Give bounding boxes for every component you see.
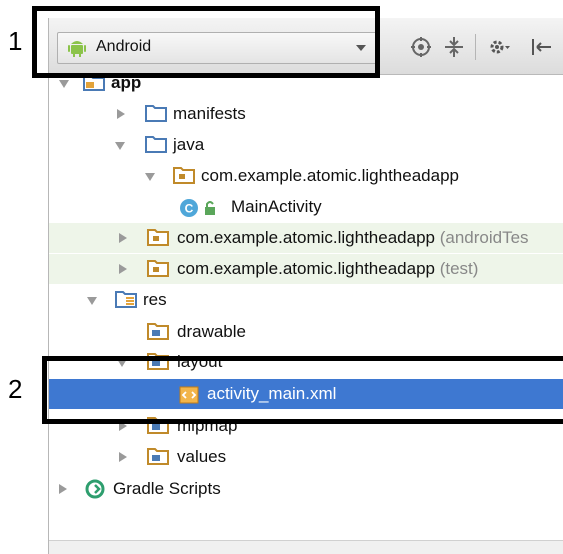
tree-item-label: drawable <box>177 322 246 341</box>
callout-number-1: 1 <box>8 26 23 56</box>
source-set-suffix: (test) <box>439 259 479 278</box>
package-name: com.example.atomic.lightheadapp <box>177 228 435 247</box>
tree-item-java[interactable]: java <box>49 130 563 160</box>
lock-icon <box>205 201 215 215</box>
folder-icon <box>145 105 167 122</box>
expanded-arrow-icon[interactable] <box>115 142 125 150</box>
tree-item-res[interactable]: res <box>49 285 563 315</box>
project-panel: Android app manifests java com.example.a… <box>48 18 563 554</box>
collapsed-arrow-icon[interactable] <box>59 484 67 494</box>
callout-box-1 <box>32 6 380 78</box>
horizontal-scrollbar[interactable] <box>49 540 563 554</box>
tree-item-label: com.example.atomic.lightheadapp <box>201 166 459 185</box>
tree-item-package-main[interactable]: com.example.atomic.lightheadapp <box>49 161 563 191</box>
package-icon <box>147 229 169 246</box>
expanded-arrow-icon[interactable] <box>87 297 97 305</box>
source-set-suffix: (androidTes <box>439 228 529 247</box>
folder-icon <box>145 136 167 153</box>
tree-item-label: res <box>143 290 167 309</box>
collapsed-arrow-icon[interactable] <box>119 233 127 243</box>
tree-item-package-test[interactable]: com.example.atomic.lightheadapp (test) <box>49 254 563 284</box>
resources-folder-icon <box>115 291 137 308</box>
tree-item-drawable[interactable]: drawable <box>49 317 563 347</box>
expanded-arrow-icon[interactable] <box>59 80 69 88</box>
tree-item-label: MainActivity <box>231 197 322 216</box>
tree-item-gradle-scripts[interactable]: Gradle Scripts <box>49 474 563 504</box>
package-name: com.example.atomic.lightheadapp <box>177 259 435 278</box>
tree-item-manifests[interactable]: manifests <box>49 99 563 129</box>
collapsed-arrow-icon[interactable] <box>119 452 127 462</box>
callout-number-2: 2 <box>8 374 23 404</box>
package-icon <box>147 260 169 277</box>
toolbar-separator <box>475 34 476 60</box>
gradle-icon <box>85 479 105 499</box>
expanded-arrow-icon[interactable] <box>145 173 155 181</box>
tree-item-label: com.example.atomic.lightheadapp (test) <box>177 259 478 279</box>
target-icon[interactable] <box>409 35 433 59</box>
tree-item-values[interactable]: values <box>49 442 563 472</box>
tree-item-label: manifests <box>173 104 246 123</box>
tree-item-label: Gradle Scripts <box>113 479 221 498</box>
project-tree: app manifests java com.example.atomic.li… <box>49 73 563 554</box>
collapsed-arrow-icon[interactable] <box>119 264 127 274</box>
svg-text:C: C <box>185 202 194 216</box>
package-icon <box>173 167 195 184</box>
hide-panel-icon[interactable] <box>529 35 553 59</box>
tree-item-label: com.example.atomic.lightheadapp (android… <box>177 228 529 248</box>
tree-item-package-android-test[interactable]: com.example.atomic.lightheadapp (android… <box>49 223 563 253</box>
folder-icon <box>147 323 169 340</box>
class-icon: C <box>180 199 198 217</box>
tree-item-main-activity[interactable]: C MainActivity <box>49 192 563 222</box>
collapsed-arrow-icon[interactable] <box>117 109 125 119</box>
tree-item-label: values <box>177 447 227 466</box>
collapse-all-icon[interactable] <box>442 35 466 59</box>
settings-gear-icon[interactable] <box>487 35 511 59</box>
folder-icon <box>147 448 169 465</box>
callout-box-2 <box>42 356 563 424</box>
tree-item-label: java <box>173 135 205 154</box>
